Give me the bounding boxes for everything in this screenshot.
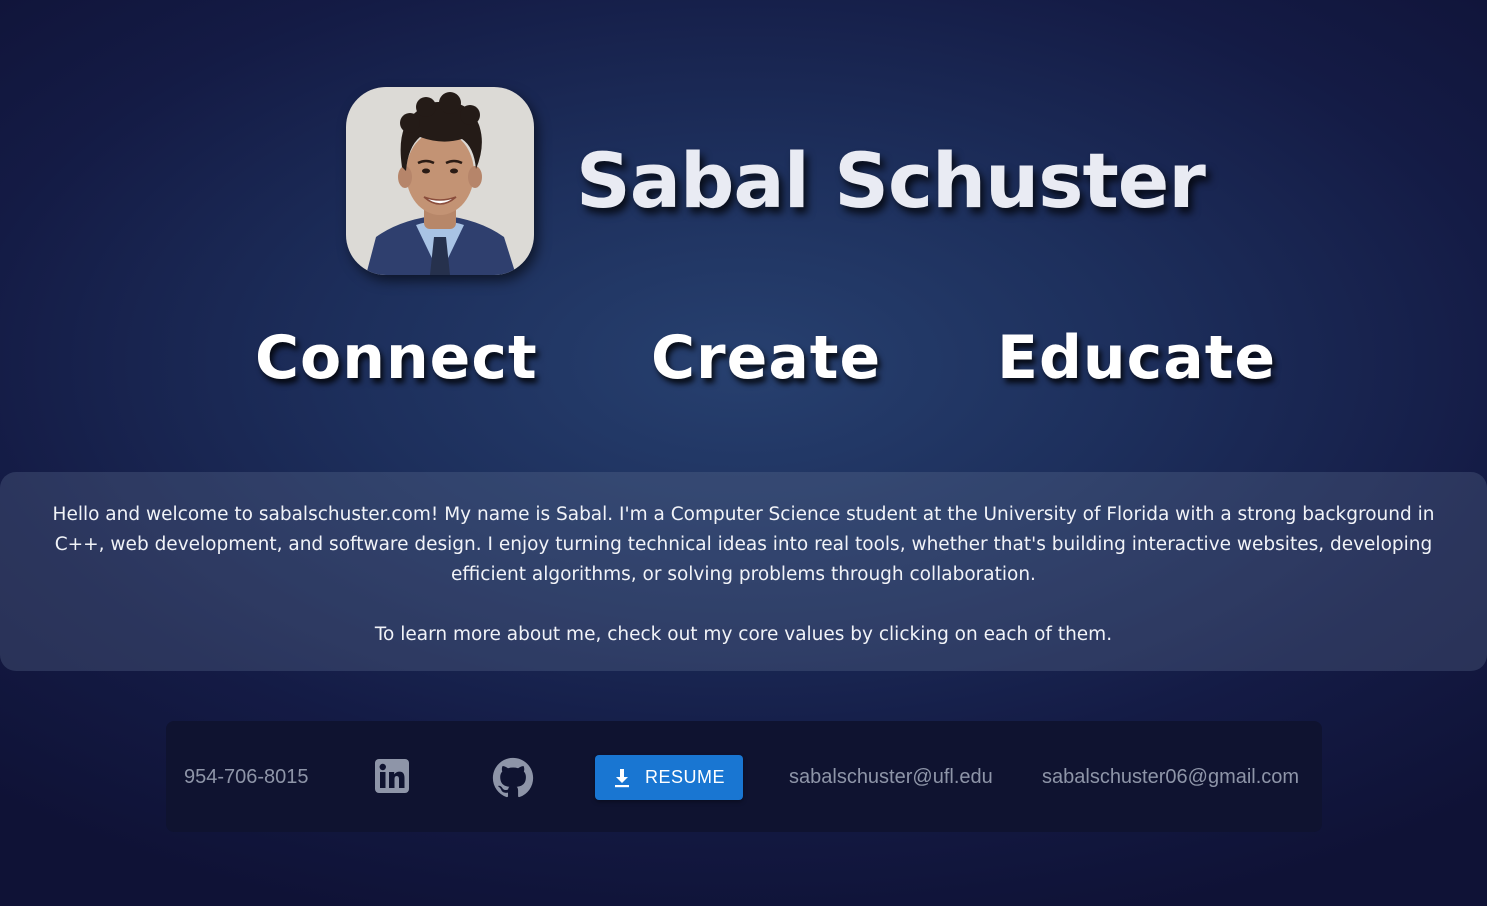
value-connect[interactable]: Connect	[255, 322, 538, 394]
linkedin-icon[interactable]	[375, 759, 409, 793]
email-ufl-link[interactable]: sabalschuster@ufl.edu	[789, 766, 993, 789]
value-create[interactable]: Create	[651, 322, 881, 394]
avatar	[346, 87, 534, 275]
contact-footer: 954-706-8015 RESUME sabalschuster@ufl.ed…	[166, 721, 1322, 832]
about-cta-text: To learn more about me, check out my cor…	[374, 624, 1113, 645]
value-educate[interactable]: Educate	[997, 322, 1276, 394]
avatar-photo	[346, 87, 534, 275]
header: Sabal Schuster	[346, 87, 1206, 275]
about-section: Hello and welcome to sabalschuster.com! …	[0, 472, 1487, 671]
core-values: Connect Create Educate	[0, 322, 1487, 402]
github-icon[interactable]	[492, 757, 534, 799]
resume-button-label: RESUME	[644, 767, 725, 787]
download-icon	[614, 768, 629, 787]
phone-number[interactable]: 954-706-8015	[184, 766, 309, 789]
email-gmail-link[interactable]: sabalschuster06@gmail.com	[1042, 766, 1299, 789]
resume-button[interactable]: RESUME	[595, 755, 743, 800]
about-intro-text: Hello and welcome to sabalschuster.com! …	[52, 504, 1435, 585]
site-owner-name: Sabal Schuster	[576, 136, 1206, 225]
